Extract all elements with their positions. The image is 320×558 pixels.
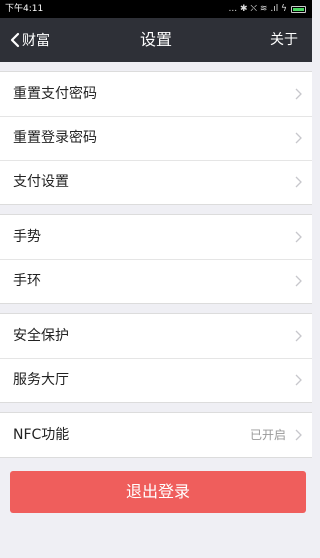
row-reset-login-password[interactable]: 重置登录密码 xyxy=(0,116,312,160)
chevron-right-icon xyxy=(295,275,302,287)
nav-bar: 财富 设置 关于 xyxy=(0,18,312,62)
page-title: 设置 xyxy=(139,30,172,49)
settings-group-security: 安全保护 服务大厅 xyxy=(0,313,312,403)
row-gesture[interactable]: 手势 xyxy=(0,215,312,259)
row-label: 安全保护 xyxy=(13,328,69,344)
row-label: 重置登录密码 xyxy=(13,130,97,146)
row-payment-settings[interactable]: 支付设置 xyxy=(0,160,312,204)
row-security-protection[interactable]: 安全保护 xyxy=(0,314,312,358)
chevron-right-icon xyxy=(295,374,302,386)
chevron-right-icon xyxy=(295,429,302,441)
row-label: 手环 xyxy=(13,273,41,289)
chevron-right-icon xyxy=(295,330,302,342)
battery-icon xyxy=(291,5,306,13)
chevron-right-icon xyxy=(295,231,302,243)
row-label: 支付设置 xyxy=(13,174,69,190)
row-service-hall[interactable]: 服务大厅 xyxy=(0,358,312,402)
settings-screen: 下午4:11 ... ✱ ⛌ ≋ .ıl ϟ 财富 设置 关于 重置支付密码 重… xyxy=(0,0,312,558)
row-label: NFC功能 xyxy=(13,427,70,443)
chevron-right-icon xyxy=(295,132,302,144)
row-label: 重置支付密码 xyxy=(13,86,97,102)
nfc-status-value: 已开启 xyxy=(249,428,286,442)
row-reset-pay-password[interactable]: 重置支付密码 xyxy=(0,72,312,116)
row-label: 服务大厅 xyxy=(13,372,69,388)
row-wristband[interactable]: 手环 xyxy=(0,259,312,303)
settings-group-nfc: NFC功能 已开启 xyxy=(0,412,312,458)
chevron-right-icon xyxy=(295,88,302,100)
row-label: 手势 xyxy=(13,229,41,245)
status-time: 下午4:11 xyxy=(5,4,44,14)
status-bar: 下午4:11 ... ✱ ⛌ ≋ .ıl ϟ xyxy=(0,0,312,18)
status-icons: ... ✱ ⛌ ≋ .ıl ϟ xyxy=(229,0,306,18)
chevron-right-icon xyxy=(295,176,302,188)
row-nfc[interactable]: NFC功能 已开启 xyxy=(0,413,312,457)
settings-group-gesture: 手势 手环 xyxy=(0,214,312,304)
about-button[interactable]: 关于 xyxy=(270,18,298,62)
settings-group-password: 重置支付密码 重置登录密码 支付设置 xyxy=(0,71,312,205)
status-indicators: ... ✱ ⛌ ≋ .ıl ϟ xyxy=(228,4,287,14)
logout-button[interactable]: 退出登录 xyxy=(10,471,306,513)
